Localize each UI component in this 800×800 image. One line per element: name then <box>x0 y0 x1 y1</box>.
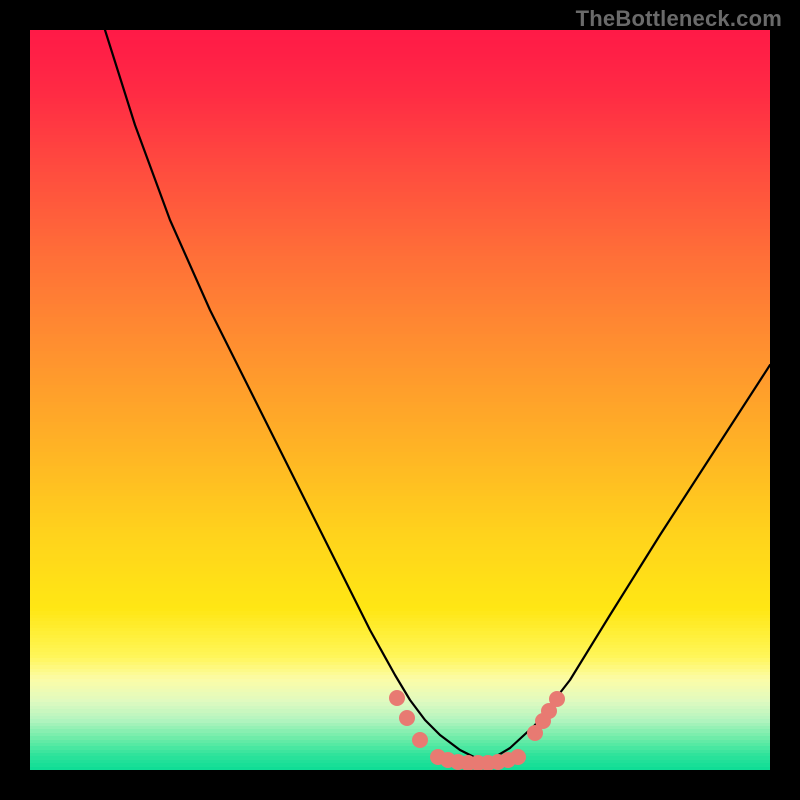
curve-layer <box>30 30 770 770</box>
curve-markers <box>389 690 565 770</box>
data-marker <box>549 691 565 707</box>
curve-left-limb <box>105 30 480 760</box>
data-marker <box>412 732 428 748</box>
data-marker <box>510 749 526 765</box>
chart-frame <box>30 30 770 770</box>
curve-paths <box>105 30 770 763</box>
curve-right-limb <box>490 365 770 760</box>
data-marker <box>399 710 415 726</box>
data-marker <box>389 690 405 706</box>
watermark-text: TheBottleneck.com <box>576 6 782 32</box>
